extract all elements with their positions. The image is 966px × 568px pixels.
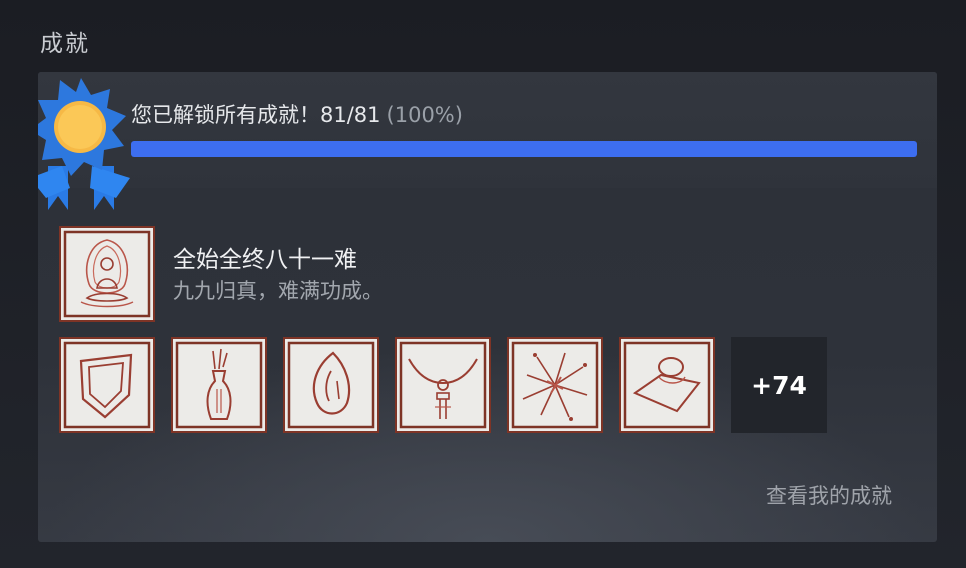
achievement-tile[interactable] xyxy=(507,337,603,433)
vase-icon xyxy=(171,337,267,433)
gourd-seed-icon xyxy=(283,337,379,433)
section-title: 成就 xyxy=(40,31,90,57)
achievements-page: 成就 您已解锁所有成就！81/81 (100%) 全始全终八十一难 九九归真，难… xyxy=(0,0,966,568)
progress-bar-fill xyxy=(131,141,917,157)
shield-icon xyxy=(59,337,155,433)
achievement-tile[interactable] xyxy=(171,337,267,433)
featured-achievement-icon[interactable] xyxy=(59,226,155,322)
progress-bar xyxy=(131,141,917,157)
view-my-achievements-link[interactable]: 查看我的成就 xyxy=(766,480,892,510)
completion-percent: (100%) xyxy=(386,103,463,127)
seated-buddha-icon xyxy=(59,226,155,322)
pendant-necklace-icon xyxy=(395,337,491,433)
completion-badge-icon xyxy=(38,78,130,210)
achievement-tile[interactable] xyxy=(283,337,379,433)
completion-summary: 您已解锁所有成就！81/81 (100%) xyxy=(131,99,463,129)
summary-header xyxy=(38,72,937,188)
achievement-tile[interactable] xyxy=(395,337,491,433)
more-achievements-tile[interactable]: +74 xyxy=(731,337,827,433)
burst-sparks-icon xyxy=(507,337,603,433)
featured-achievement-description: 九九归真，难满功成。 xyxy=(173,279,383,303)
ring-cushion-icon xyxy=(619,337,715,433)
achievement-tile[interactable] xyxy=(619,337,715,433)
achievement-tile[interactable] xyxy=(59,337,155,433)
featured-achievement-name: 全始全终八十一难 xyxy=(173,247,357,273)
achievements-panel: 您已解锁所有成就！81/81 (100%) 全始全终八十一难 九九归真，难满功成。 xyxy=(38,72,937,542)
completion-summary-text: 您已解锁所有成就！81/81 xyxy=(131,103,381,127)
